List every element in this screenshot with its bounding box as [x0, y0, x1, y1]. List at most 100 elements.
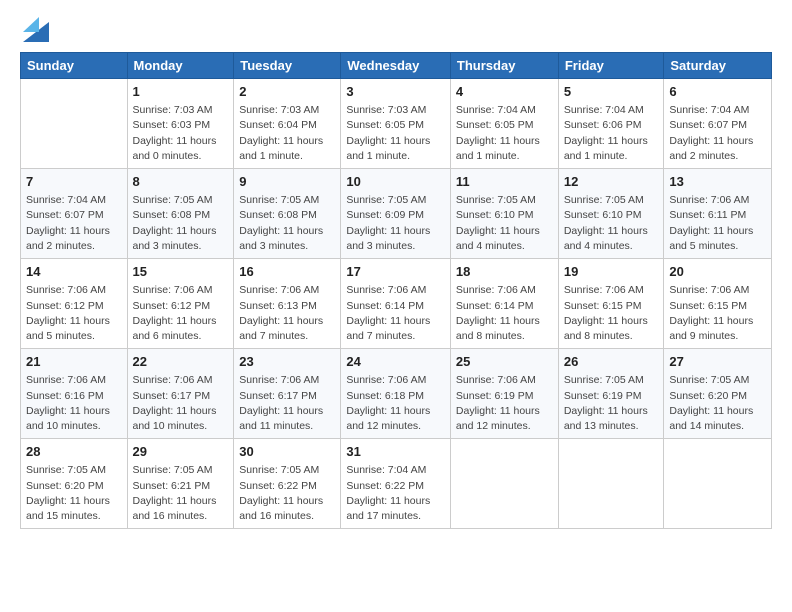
day-info: Sunrise: 7:06 AMSunset: 6:19 PMDaylight:… — [456, 373, 553, 434]
day-info: Sunrise: 7:05 AMSunset: 6:19 PMDaylight:… — [564, 373, 659, 434]
day-number: 17 — [346, 263, 445, 281]
day-number: 28 — [26, 443, 122, 461]
day-number: 18 — [456, 263, 553, 281]
day-cell: 21Sunrise: 7:06 AMSunset: 6:16 PMDayligh… — [21, 349, 128, 439]
day-cell: 30 Sunrise: 7:05 AMSunset: 6:22 PMDayligh… — [234, 439, 341, 529]
day-cell: 4 Sunrise: 7:04 AMSunset: 6:05 PMDaylight… — [450, 79, 558, 169]
day-cell: 29Sunrise: 7:05 AMSunset: 6:21 PMDayligh… — [127, 439, 234, 529]
day-number: 2 — [239, 83, 335, 101]
day-info: Sunrise: 7:06 AMSunset: 6:12 PMDaylight:… — [133, 283, 229, 344]
day-number: 13 — [669, 173, 766, 191]
day-cell: 27 Sunrise: 7:05 AMSunset: 6:20 PMDayligh… — [664, 349, 772, 439]
day-number: 31 — [346, 443, 445, 461]
day-number: 26 — [564, 353, 659, 371]
week-row-1: 1 Sunrise: 7:03 AMSunset: 6:03 PMDaylight… — [21, 79, 772, 169]
day-info: Sunrise: 7:03 AMSunset: 6:04 PMDaylight:… — [239, 103, 335, 164]
day-cell — [558, 439, 664, 529]
day-number: 1 — [133, 83, 229, 101]
day-cell: 15 Sunrise: 7:06 AMSunset: 6:12 PMDayligh… — [127, 259, 234, 349]
header-cell-tuesday: Tuesday — [234, 53, 341, 79]
day-info: Sunrise: 7:04 AMSunset: 6:07 PMDaylight:… — [669, 103, 766, 164]
day-number: 8 — [133, 173, 229, 191]
day-number: 6 — [669, 83, 766, 101]
day-cell: 12Sunrise: 7:05 AMSunset: 6:10 PMDayligh… — [558, 169, 664, 259]
day-number: 29 — [133, 443, 229, 461]
day-info: Sunrise: 7:06 AMSunset: 6:16 PMDaylight:… — [26, 373, 122, 434]
logo-icon — [23, 12, 49, 42]
day-info: Sunrise: 7:04 AMSunset: 6:06 PMDaylight:… — [564, 103, 659, 164]
day-cell: 6 Sunrise: 7:04 AMSunset: 6:07 PMDaylight… — [664, 79, 772, 169]
day-number: 24 — [346, 353, 445, 371]
day-info: Sunrise: 7:05 AMSunset: 6:22 PMDaylight:… — [239, 463, 335, 524]
day-cell: 14 Sunrise: 7:06 AMSunset: 6:12 PMDayligh… — [21, 259, 128, 349]
day-cell: 1 Sunrise: 7:03 AMSunset: 6:03 PMDaylight… — [127, 79, 234, 169]
day-info: Sunrise: 7:03 AMSunset: 6:05 PMDaylight:… — [346, 103, 445, 164]
day-info: Sunrise: 7:06 AMSunset: 6:15 PMDaylight:… — [669, 283, 766, 344]
logo — [20, 16, 49, 42]
day-cell: 25Sunrise: 7:06 AMSunset: 6:19 PMDayligh… — [450, 349, 558, 439]
day-info: Sunrise: 7:04 AMSunset: 6:05 PMDaylight:… — [456, 103, 553, 164]
day-cell: 3 Sunrise: 7:03 AMSunset: 6:05 PMDaylight… — [341, 79, 451, 169]
day-cell: 11 Sunrise: 7:05 AMSunset: 6:10 PMDayligh… — [450, 169, 558, 259]
day-info: Sunrise: 7:06 AMSunset: 6:14 PMDaylight:… — [346, 283, 445, 344]
day-number: 14 — [26, 263, 122, 281]
day-number: 15 — [133, 263, 229, 281]
day-cell: 16 Sunrise: 7:06 AMSunset: 6:13 PMDayligh… — [234, 259, 341, 349]
day-cell — [664, 439, 772, 529]
day-info: Sunrise: 7:04 AMSunset: 6:22 PMDaylight:… — [346, 463, 445, 524]
day-info: Sunrise: 7:03 AMSunset: 6:03 PMDaylight:… — [133, 103, 229, 164]
day-cell: 13 Sunrise: 7:06 AMSunset: 6:11 PMDayligh… — [664, 169, 772, 259]
header-cell-thursday: Thursday — [450, 53, 558, 79]
day-number: 30 — [239, 443, 335, 461]
day-number: 3 — [346, 83, 445, 101]
day-info: Sunrise: 7:04 AMSunset: 6:07 PMDaylight:… — [26, 193, 122, 254]
day-info: Sunrise: 7:06 AMSunset: 6:11 PMDaylight:… — [669, 193, 766, 254]
day-number: 10 — [346, 173, 445, 191]
day-cell: 24 Sunrise: 7:06 AMSunset: 6:18 PMDayligh… — [341, 349, 451, 439]
day-info: Sunrise: 7:05 AMSunset: 6:20 PMDaylight:… — [26, 463, 122, 524]
day-cell: 31 Sunrise: 7:04 AMSunset: 6:22 PMDayligh… — [341, 439, 451, 529]
page: SundayMondayTuesdayWednesdayThursdayFrid… — [0, 0, 792, 539]
day-number: 12 — [564, 173, 659, 191]
day-info: Sunrise: 7:06 AMSunset: 6:15 PMDaylight:… — [564, 283, 659, 344]
day-number: 16 — [239, 263, 335, 281]
day-number: 20 — [669, 263, 766, 281]
day-number: 22 — [133, 353, 229, 371]
header-cell-friday: Friday — [558, 53, 664, 79]
week-row-3: 14 Sunrise: 7:06 AMSunset: 6:12 PMDayligh… — [21, 259, 772, 349]
day-number: 4 — [456, 83, 553, 101]
day-number: 27 — [669, 353, 766, 371]
day-cell: 17 Sunrise: 7:06 AMSunset: 6:14 PMDayligh… — [341, 259, 451, 349]
calendar-table: SundayMondayTuesdayWednesdayThursdayFrid… — [20, 52, 772, 529]
day-cell: 23 Sunrise: 7:06 AMSunset: 6:17 PMDayligh… — [234, 349, 341, 439]
day-number: 7 — [26, 173, 122, 191]
day-info: Sunrise: 7:05 AMSunset: 6:09 PMDaylight:… — [346, 193, 445, 254]
day-cell: 10 Sunrise: 7:05 AMSunset: 6:09 PMDayligh… — [341, 169, 451, 259]
header-cell-monday: Monday — [127, 53, 234, 79]
day-cell: 8 Sunrise: 7:05 AMSunset: 6:08 PMDaylight… — [127, 169, 234, 259]
week-row-2: 7 Sunrise: 7:04 AMSunset: 6:07 PMDaylight… — [21, 169, 772, 259]
day-number: 23 — [239, 353, 335, 371]
day-number: 9 — [239, 173, 335, 191]
day-cell: 18 Sunrise: 7:06 AMSunset: 6:14 PMDayligh… — [450, 259, 558, 349]
day-cell: 9Sunrise: 7:05 AMSunset: 6:08 PMDaylight… — [234, 169, 341, 259]
day-cell: 2 Sunrise: 7:03 AMSunset: 6:04 PMDaylight… — [234, 79, 341, 169]
day-cell — [21, 79, 128, 169]
day-cell — [450, 439, 558, 529]
day-cell: 20 Sunrise: 7:06 AMSunset: 6:15 PMDayligh… — [664, 259, 772, 349]
day-cell: 7 Sunrise: 7:04 AMSunset: 6:07 PMDaylight… — [21, 169, 128, 259]
day-info: Sunrise: 7:06 AMSunset: 6:12 PMDaylight:… — [26, 283, 122, 344]
day-info: Sunrise: 7:06 AMSunset: 6:17 PMDaylight:… — [133, 373, 229, 434]
header-row: SundayMondayTuesdayWednesdayThursdayFrid… — [21, 53, 772, 79]
day-info: Sunrise: 7:05 AMSunset: 6:08 PMDaylight:… — [133, 193, 229, 254]
day-info: Sunrise: 7:05 AMSunset: 6:20 PMDaylight:… — [669, 373, 766, 434]
day-number: 11 — [456, 173, 553, 191]
day-info: Sunrise: 7:06 AMSunset: 6:13 PMDaylight:… — [239, 283, 335, 344]
day-info: Sunrise: 7:06 AMSunset: 6:18 PMDaylight:… — [346, 373, 445, 434]
day-cell: 22 Sunrise: 7:06 AMSunset: 6:17 PMDayligh… — [127, 349, 234, 439]
day-info: Sunrise: 7:06 AMSunset: 6:14 PMDaylight:… — [456, 283, 553, 344]
week-row-4: 21Sunrise: 7:06 AMSunset: 6:16 PMDayligh… — [21, 349, 772, 439]
day-info: Sunrise: 7:05 AMSunset: 6:10 PMDaylight:… — [456, 193, 553, 254]
day-info: Sunrise: 7:06 AMSunset: 6:17 PMDaylight:… — [239, 373, 335, 434]
day-cell: 5Sunrise: 7:04 AMSunset: 6:06 PMDaylight… — [558, 79, 664, 169]
